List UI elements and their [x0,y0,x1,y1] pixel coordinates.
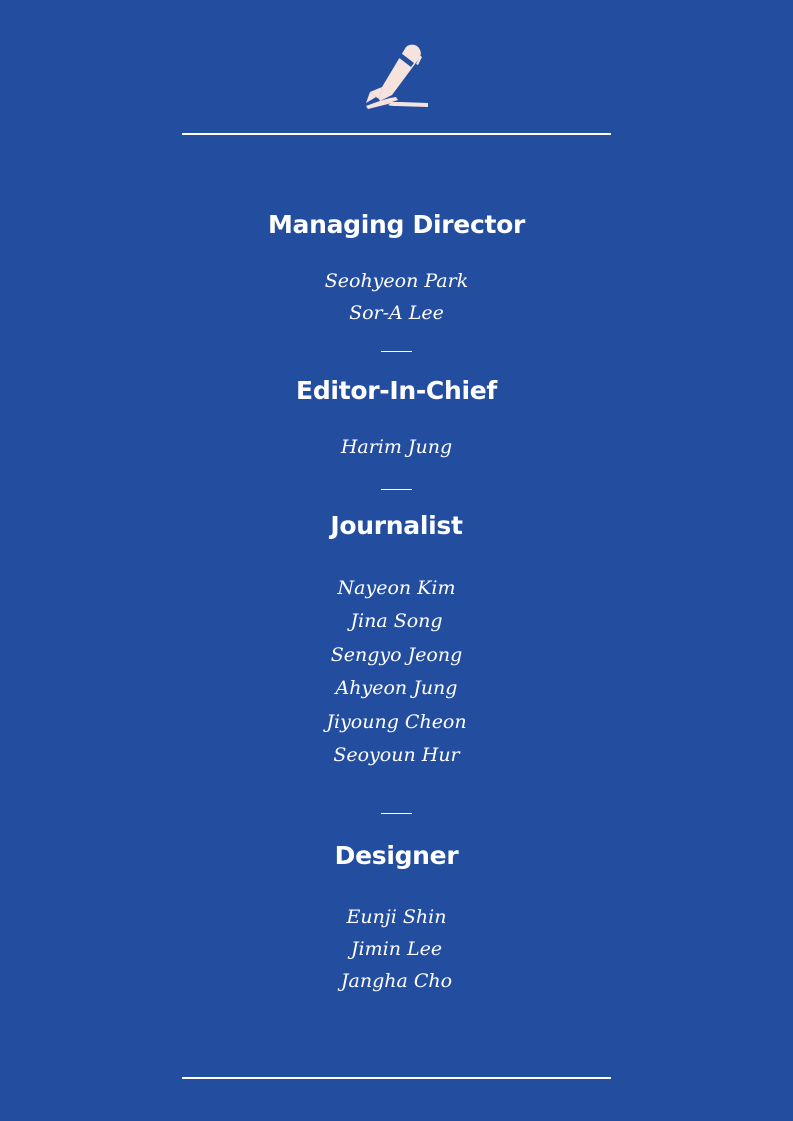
section-title-managing-director: Managing Director [267,210,526,239]
list-item: Jimin Lee [350,938,443,960]
section-divider [381,813,412,814]
section-title-designer: Designer [334,841,459,870]
list-item: Seoyoun Hur [333,743,460,766]
bottom-divider-line [182,1077,611,1079]
list-item: Jiyoung Cheon [326,710,467,733]
managing-director-names: Seohyeon Park Sor-A Lee [0,265,793,329]
list-item: Seohyeon Park [324,270,469,292]
list-item: Ahyeon Jung [335,677,458,700]
list-item: Eunji Shin [346,906,447,928]
list-item: Sor-A Lee [349,302,444,324]
pen-writing-icon [366,44,428,109]
list-item: Jina Song [350,610,443,633]
section-divider [381,351,412,352]
editor-in-chief-names: Harim Jung [0,431,793,463]
list-item: Sengyo Jeong [330,643,463,666]
section-divider [381,489,412,490]
list-item: Jangha Cho [340,970,453,992]
list-item: Harim Jung [340,436,453,458]
list-item: Nayeon Kim [337,577,456,599]
journalist-names: Nayeon Kim Jina Song Sengyo Jeong Ahyeon… [0,572,793,772]
section-title-editor-in-chief: Editor-In-Chief [296,376,497,405]
designer-names: Eunji Shin Jimin Lee Jangha Cho [0,901,793,997]
top-divider-line [182,133,611,135]
section-title-journalist: Journalist [330,511,463,540]
